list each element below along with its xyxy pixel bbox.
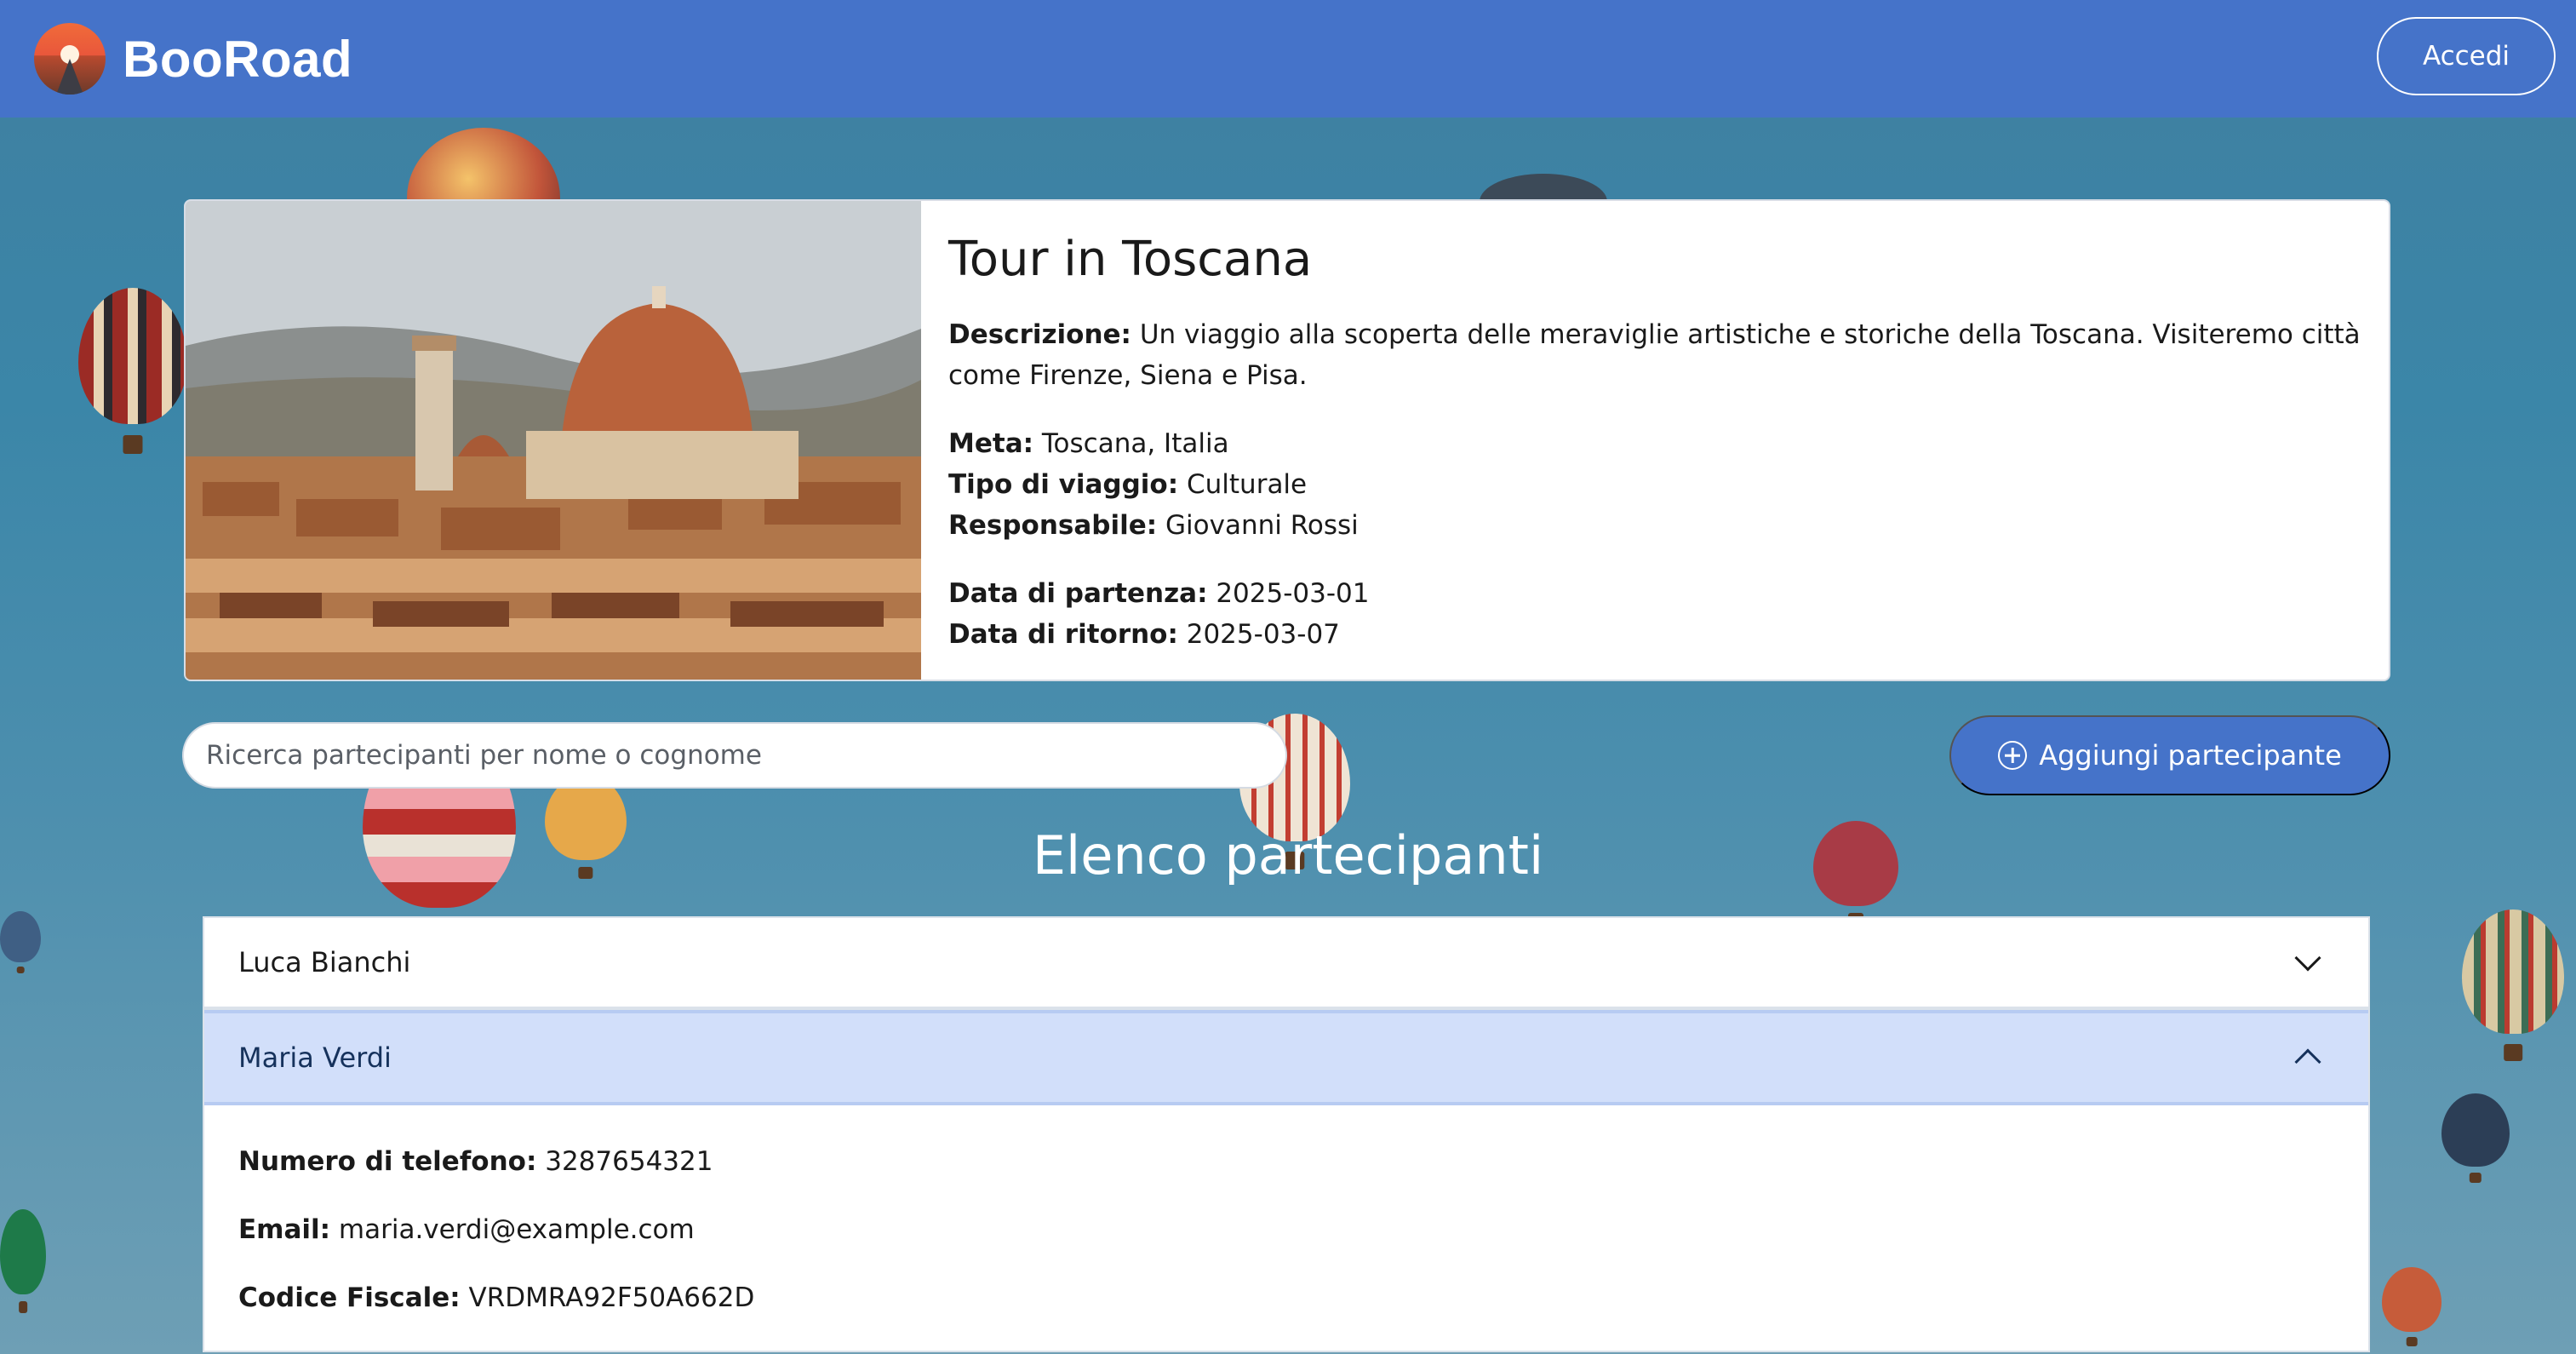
participant-header-maria-verdi[interactable]: Maria Verdi: [204, 1010, 2368, 1105]
participant-name: Luca Bianchi: [238, 946, 411, 978]
participant-details: Numero di telefono: 3287654321 Email: ma…: [204, 1105, 2368, 1351]
booroad-logo-icon[interactable]: [34, 23, 106, 95]
destination-label: Meta:: [948, 428, 1034, 459]
florence-cathedral-image: [186, 201, 921, 680]
participant-search-input[interactable]: [182, 722, 1287, 789]
manager-label: Responsabile:: [948, 510, 1158, 541]
description-label: Descrizione:: [948, 319, 1131, 350]
type-value: Culturale: [1186, 469, 1308, 500]
trip-return: Data di ritorno: 2025-03-07: [948, 614, 2361, 655]
type-label: Tipo di viaggio:: [948, 469, 1179, 500]
trip-departure: Data di partenza: 2025-03-01: [948, 573, 2361, 614]
trip-description: Descrizione: Un viaggio alla scoperta de…: [948, 314, 2361, 396]
return-value: 2025-03-07: [1186, 619, 1340, 650]
login-button[interactable]: Accedi: [2377, 17, 2556, 95]
add-participant-button[interactable]: Aggiungi partecipante: [1949, 715, 2390, 795]
chevron-down-icon: [2294, 944, 2321, 972]
add-participant-label: Aggiungi partecipante: [2039, 739, 2342, 772]
fiscal-code-value: VRDMRA92F50A662D: [468, 1282, 755, 1313]
email-label: Email:: [238, 1214, 331, 1245]
trip-destination: Meta: Toscana, Italia: [948, 423, 2361, 464]
plus-circle-icon: [1998, 741, 2028, 770]
email-value: maria.verdi@example.com: [338, 1214, 695, 1245]
departure-value: 2025-03-01: [1216, 578, 1370, 609]
trip-type: Tipo di viaggio: Culturale: [948, 464, 2361, 505]
manager-value: Giovanni Rossi: [1165, 510, 1359, 541]
departure-label: Data di partenza:: [948, 578, 1208, 609]
chevron-up-icon: [2294, 1048, 2321, 1076]
phone-value: 3287654321: [545, 1146, 713, 1177]
participant-item: Maria Verdi Numero di telefono: 32876543…: [203, 1008, 2370, 1352]
participant-name: Maria Verdi: [238, 1041, 392, 1074]
description-value: Un viaggio alla scoperta delle meravigli…: [948, 319, 2361, 391]
participant-fiscal-code: Codice Fiscale: VRDMRA92F50A662D: [238, 1264, 2334, 1332]
return-label: Data di ritorno:: [948, 619, 1178, 650]
navbar: BooRoad Accedi: [0, 0, 2576, 118]
participant-email: Email: maria.verdi@example.com: [238, 1196, 2334, 1264]
trip-card: Tour in Toscana Descrizione: Un viaggio …: [184, 199, 2390, 681]
fiscal-code-label: Codice Fiscale:: [238, 1282, 461, 1313]
brand-name[interactable]: BooRoad: [123, 30, 352, 89]
participant-phone: Numero di telefono: 3287654321: [238, 1127, 2334, 1196]
trip-title: Tour in Toscana: [948, 232, 1313, 287]
participants-heading: Elenco partecipanti: [1032, 824, 1544, 886]
trip-details: Tour in Toscana Descrizione: Un viaggio …: [921, 201, 2389, 680]
phone-label: Numero di telefono:: [238, 1146, 537, 1177]
trip-manager: Responsabile: Giovanni Rossi: [948, 505, 2361, 546]
participant-item: Luca Bianchi: [203, 916, 2370, 1008]
participant-header-luca-bianchi[interactable]: Luca Bianchi: [204, 918, 2368, 1007]
participants-accordion: Luca Bianchi Maria Verdi Numero di telef…: [203, 916, 2370, 1352]
destination-value: Toscana, Italia: [1041, 428, 1229, 459]
